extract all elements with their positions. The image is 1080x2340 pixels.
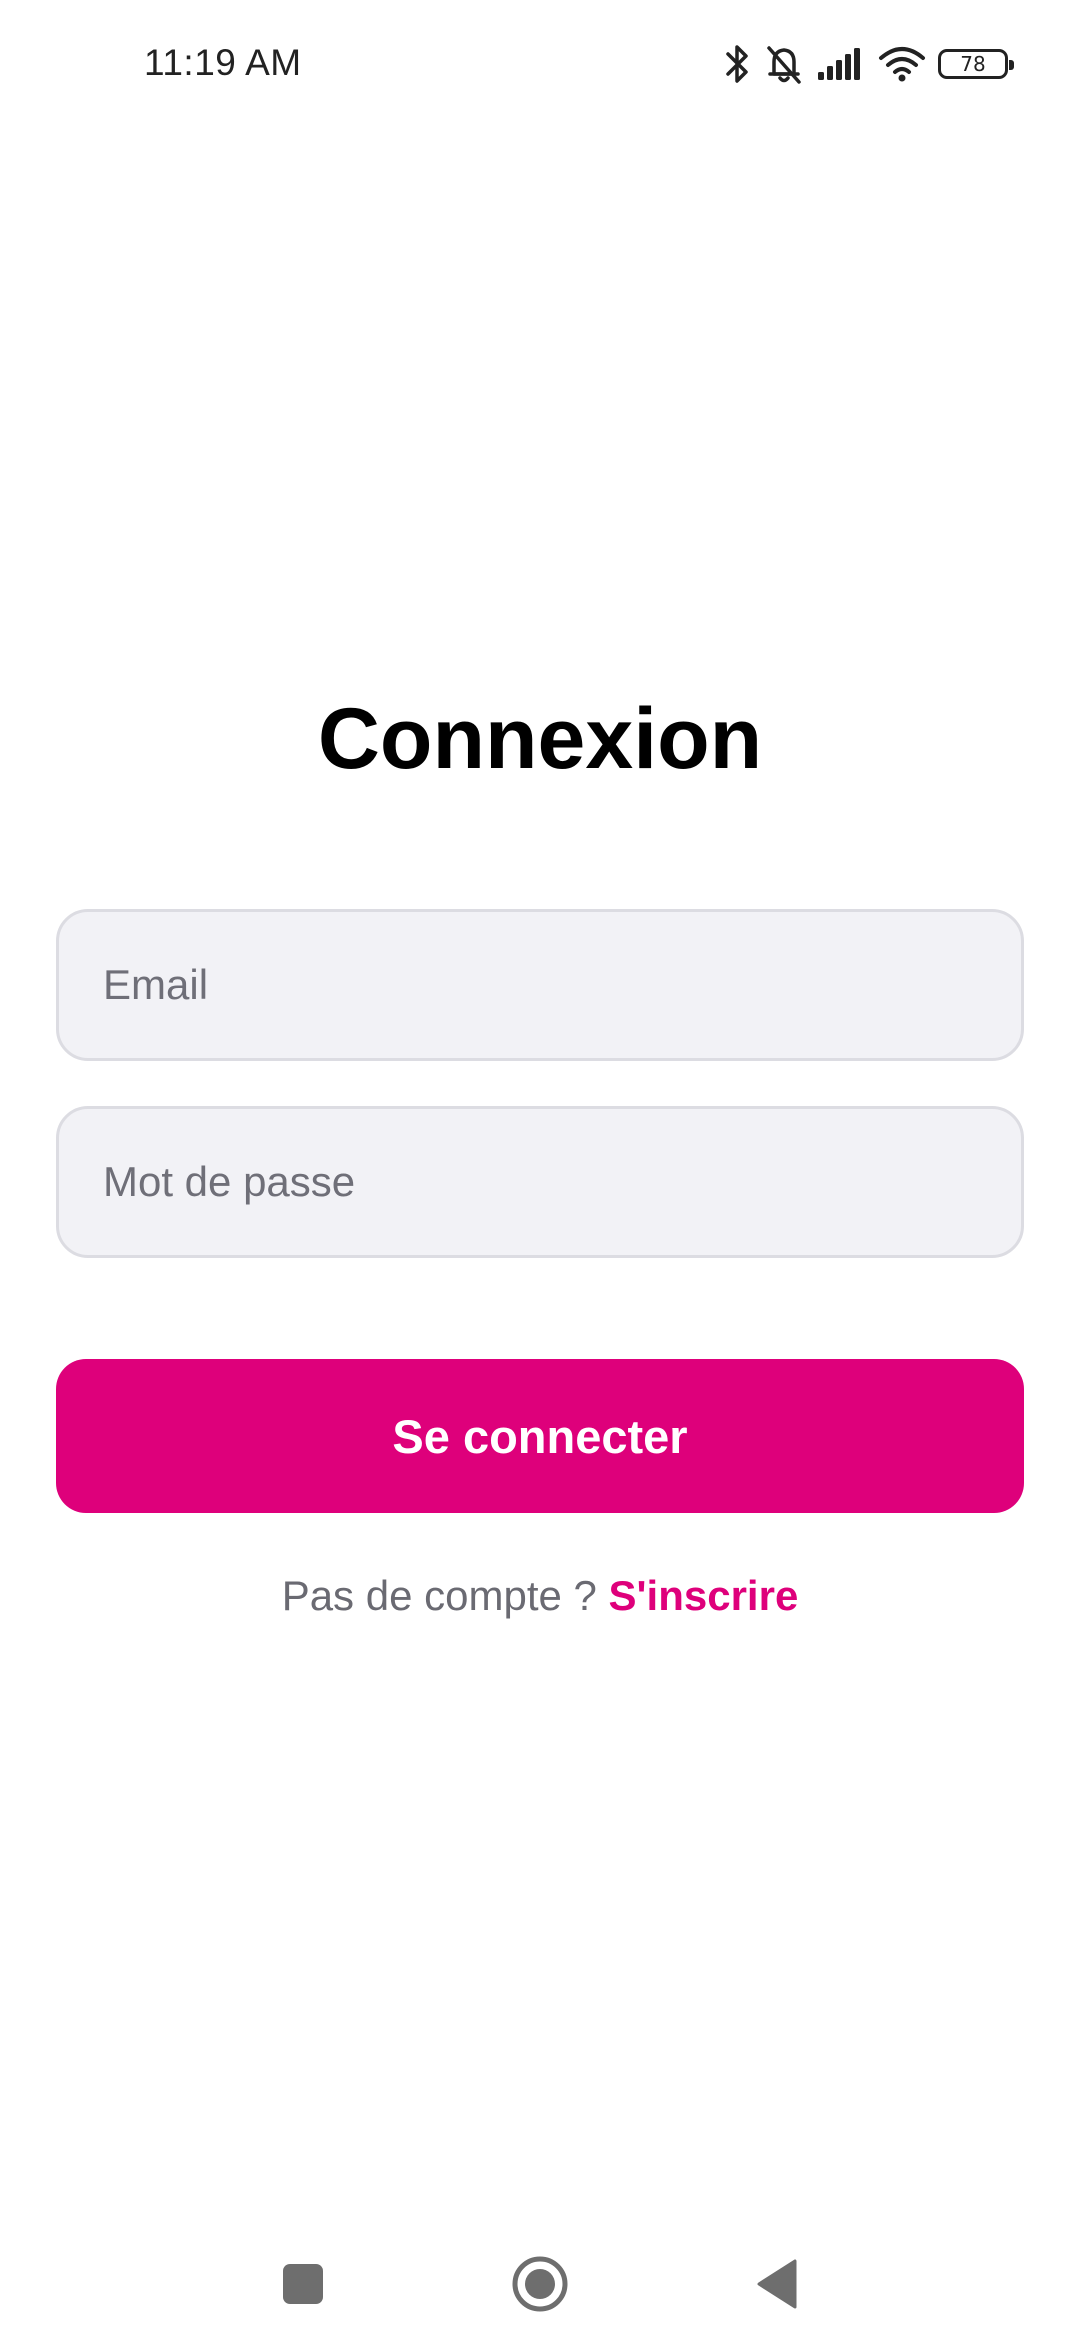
battery-level: 78: [960, 52, 986, 76]
email-field[interactable]: [56, 909, 1024, 1061]
bluetooth-icon: [724, 42, 752, 86]
status-bar: 11:19 AM 78: [0, 0, 1080, 130]
bell-off-icon: [764, 42, 804, 86]
signup-link[interactable]: S'inscrire: [609, 1572, 799, 1619]
nav-bar: [0, 2230, 1080, 2340]
login-button[interactable]: Se connecter: [56, 1359, 1024, 1513]
signal-icon: [816, 44, 866, 84]
recents-icon: [281, 2262, 325, 2311]
home-button[interactable]: [504, 2250, 576, 2322]
signup-prompt: Pas de compte ?: [281, 1572, 609, 1619]
back-icon: [755, 2258, 799, 2315]
battery-icon: 78: [938, 49, 1014, 79]
recents-button[interactable]: [267, 2250, 339, 2322]
password-field[interactable]: [56, 1106, 1024, 1258]
status-icons: 78: [724, 40, 1014, 88]
home-icon: [510, 2254, 570, 2319]
status-time: 11:19 AM: [144, 42, 302, 83]
page-title: Connexion: [317, 691, 763, 787]
signup-row: Pas de compte ? S'inscrire: [0, 1572, 1080, 1620]
back-button[interactable]: [741, 2250, 813, 2322]
wifi-icon: [878, 44, 926, 84]
